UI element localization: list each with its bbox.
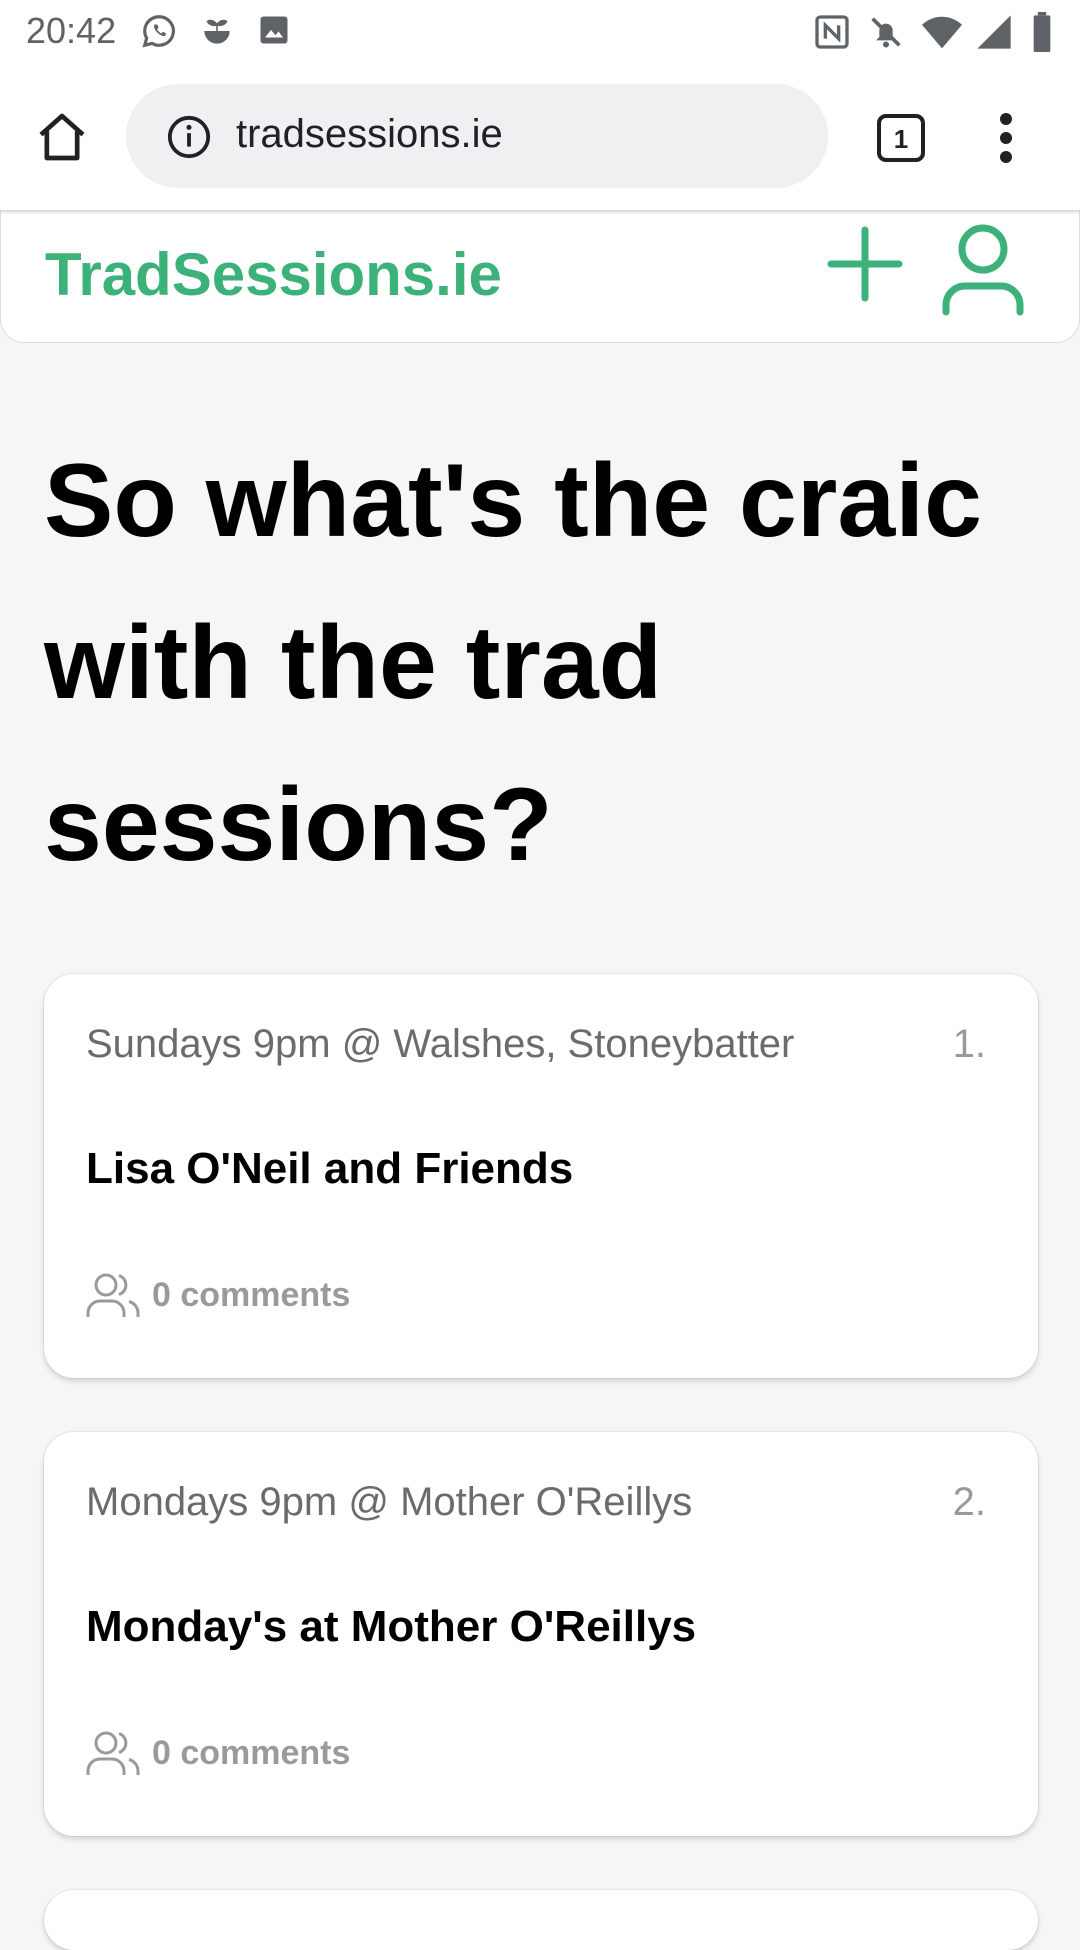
comments-link[interactable]: 0 comments	[86, 1270, 350, 1320]
session-schedule: Mondays 9pm @ Mother O'Reillys	[86, 1480, 693, 1524]
address-bar[interactable]: tradsessions.ie	[126, 84, 828, 188]
battery-icon	[1033, 12, 1051, 52]
browser-toolbar: tradsessions.ie 1	[0, 62, 1080, 210]
session-card[interactable]	[44, 1890, 1038, 1950]
more-options-icon[interactable]	[996, 112, 1016, 164]
home-icon[interactable]	[34, 109, 90, 165]
session-title[interactable]: Lisa O'Neil and Friends	[86, 1144, 573, 1194]
site-logo[interactable]: TradSessions.ie	[45, 240, 502, 309]
tab-switcher-button[interactable]: 1	[876, 113, 926, 163]
people-icon	[86, 1273, 140, 1317]
session-rank: 2.	[952, 1480, 986, 1524]
account-icon[interactable]	[941, 222, 1025, 316]
site-header: TradSessions.ie	[0, 210, 1080, 343]
sprout-icon	[204, 19, 230, 44]
nfc-icon	[815, 15, 849, 49]
wifi-icon	[922, 16, 962, 49]
signal-icon	[977, 15, 1011, 49]
comments-link[interactable]: 0 comments	[86, 1728, 350, 1778]
page-title: So what's the craic with the trad sessio…	[44, 443, 982, 883]
status-time: 20:42	[26, 10, 117, 51]
info-icon[interactable]	[166, 114, 212, 160]
whatsapp-icon	[142, 15, 175, 48]
tab-count: 1	[894, 124, 908, 154]
session-card[interactable]: Sundays 9pm @ Walshes, Stoneybatter 1. L…	[44, 974, 1038, 1378]
add-session-icon[interactable]	[827, 226, 903, 302]
session-schedule: Sundays 9pm @ Walshes, Stoneybatter	[86, 1022, 795, 1066]
comment-count: 0 comments	[152, 1275, 351, 1314]
session-card[interactable]: Mondays 9pm @ Mother O'Reillys 2. Monday…	[44, 1432, 1038, 1836]
session-title[interactable]: Monday's at Mother O'Reillys	[86, 1602, 696, 1652]
people-icon	[86, 1731, 140, 1775]
image-icon	[260, 16, 288, 44]
tab-switcher-icon: 1	[877, 114, 925, 162]
bell-off-icon	[871, 17, 901, 48]
session-rank: 1.	[952, 1022, 986, 1066]
status-bar: 20:42	[0, 0, 1080, 62]
comment-count: 0 comments	[152, 1733, 351, 1772]
url-text[interactable]: tradsessions.ie	[236, 112, 503, 157]
